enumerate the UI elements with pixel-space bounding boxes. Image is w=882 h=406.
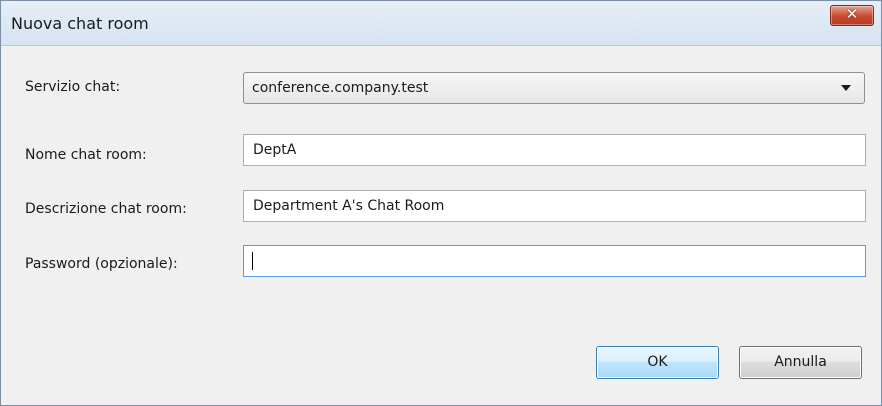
room-name-input[interactable] — [243, 134, 866, 166]
password-label: Password (opzionale): — [25, 256, 178, 272]
close-button[interactable]: ✕ — [830, 5, 874, 26]
ok-button[interactable]: OK — [596, 346, 719, 379]
close-icon: ✕ — [845, 5, 859, 23]
cancel-button[interactable]: Annulla — [739, 346, 862, 379]
title-bar[interactable]: Nuova chat room ✕ — [1, 1, 881, 46]
window-title: Nuova chat room — [11, 14, 149, 33]
dialog-body: Servizio chat: conference.company.test N… — [1, 46, 881, 405]
room-description-label: Descrizione chat room: — [25, 201, 187, 217]
service-label: Servizio chat: — [25, 79, 121, 95]
room-description-input[interactable] — [243, 190, 866, 222]
password-input[interactable] — [243, 245, 866, 277]
service-dropdown[interactable]: conference.company.test — [243, 72, 865, 104]
room-name-label: Nome chat room: — [25, 147, 147, 163]
service-selected-value: conference.company.test — [252, 80, 429, 96]
text-caret — [252, 252, 253, 270]
dialog-window: Nuova chat room ✕ Servizio chat: confere… — [0, 0, 882, 406]
chevron-down-icon — [841, 85, 851, 91]
